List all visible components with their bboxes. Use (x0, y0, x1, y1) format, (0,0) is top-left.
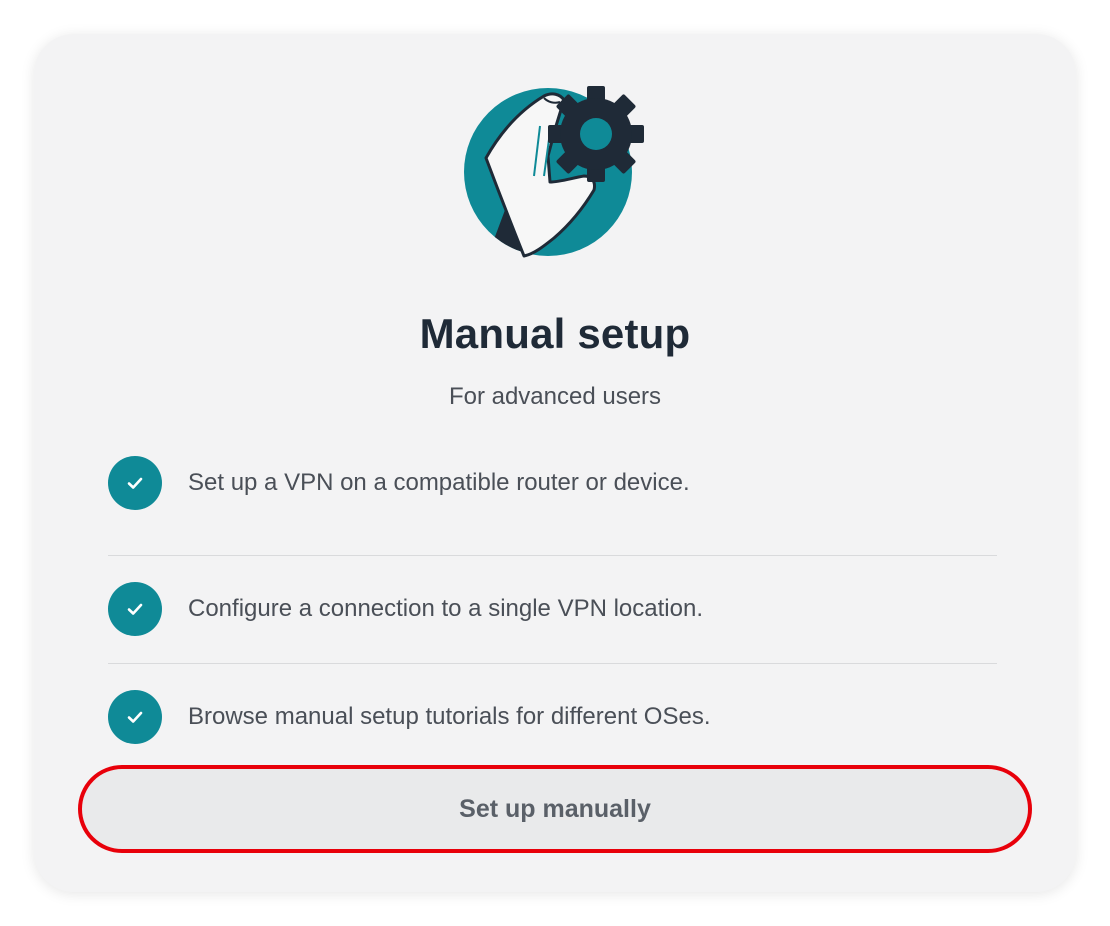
feature-text: Configure a connection to a single VPN l… (188, 595, 703, 622)
list-item: Configure a connection to a single VPN l… (108, 555, 997, 663)
hand-holding-gear-icon (464, 86, 654, 266)
subtitle: For advanced users (448, 383, 662, 410)
checkmark-icon (108, 456, 162, 510)
feature-text: Browse manual setup tutorials for differ… (188, 703, 711, 730)
checkmark-icon (108, 690, 162, 744)
list-item: Browse manual setup tutorials for differ… (108, 663, 997, 771)
checkmark-icon (108, 582, 162, 636)
set-up-manually-button[interactable]: Set up manually (78, 765, 1032, 853)
feature-text: Set up a VPN on a compatible router or d… (188, 469, 690, 496)
list-item: Set up a VPN on a compatible router or d… (108, 448, 997, 555)
page-title: Manual setup (419, 310, 691, 357)
feature-list: Set up a VPN on a compatible router or d… (108, 448, 997, 771)
manual-setup-card: Manual setup For advanced users Set up a… (34, 34, 1076, 892)
